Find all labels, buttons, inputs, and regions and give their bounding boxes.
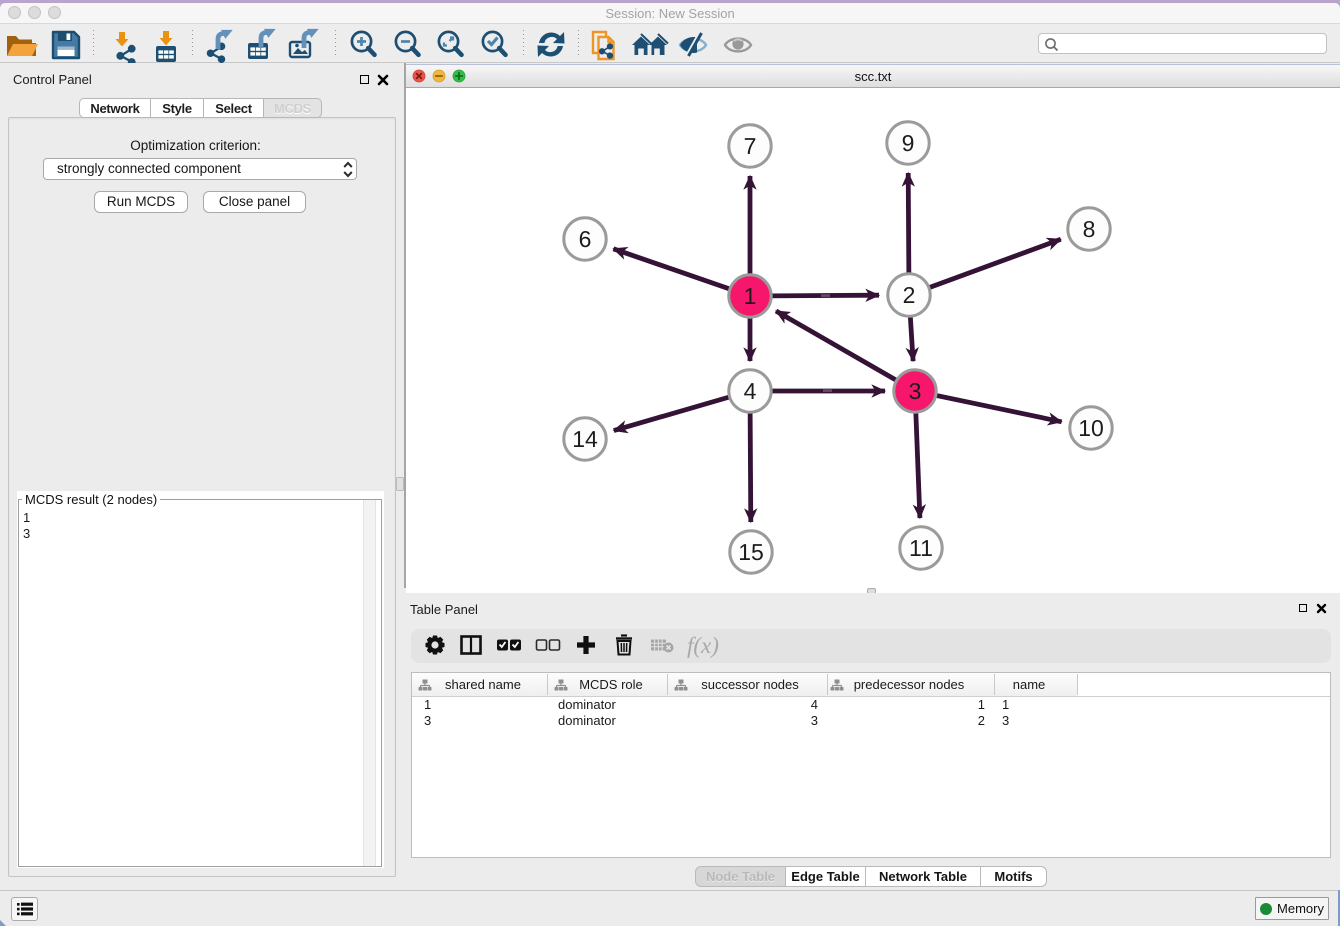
svg-text:f(x): f(x) — [687, 633, 719, 658]
svg-text:11: 11 — [909, 535, 933, 561]
svg-text:8: 8 — [1083, 216, 1096, 242]
svg-text:7: 7 — [744, 133, 757, 159]
svg-text:9: 9 — [902, 130, 915, 156]
svg-text:predecessor nodes: predecessor nodes — [854, 677, 965, 692]
svg-text:successor nodes: successor nodes — [701, 677, 799, 692]
svg-text:1: 1 — [744, 283, 757, 309]
svg-text:10: 10 — [1078, 415, 1104, 441]
svg-text:15: 15 — [738, 539, 764, 565]
svg-text:4: 4 — [744, 378, 757, 404]
svg-text:MCDS role: MCDS role — [579, 677, 643, 692]
svg-text:name: name — [1013, 677, 1046, 692]
svg-text:shared name: shared name — [445, 677, 521, 692]
svg-text:6: 6 — [579, 226, 592, 252]
svg-text:2: 2 — [903, 282, 916, 308]
svg-text:14: 14 — [572, 426, 598, 452]
svg-text:3: 3 — [909, 378, 922, 404]
